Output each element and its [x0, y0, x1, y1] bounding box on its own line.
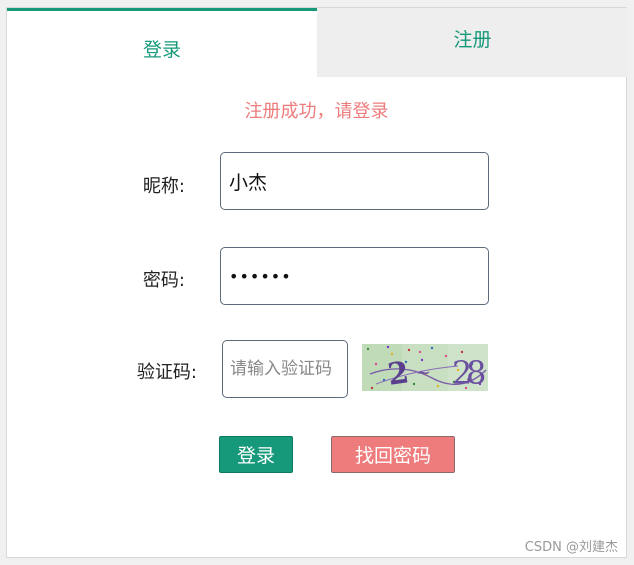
password-input[interactable] — [220, 247, 489, 305]
tab-login-label: 登录 — [142, 38, 181, 61]
tab-login[interactable]: 登录 — [7, 8, 317, 77]
forgot-password-button[interactable]: 找回密码 — [331, 436, 455, 473]
auth-panel: 登录 注册 注册成功，请登录 昵称: 密码: 验证码: — [6, 7, 628, 558]
captcha-label: 验证码: — [136, 362, 197, 383]
auth-tabs: 登录 注册 — [7, 8, 628, 77]
captcha-input[interactable] — [222, 340, 348, 398]
nickname-input[interactable] — [220, 152, 489, 210]
tab-register-label: 注册 — [453, 29, 492, 51]
captcha-char-4: 8 — [466, 354, 486, 391]
captcha-image[interactable]: 2 ~ 2 8 — [362, 344, 488, 391]
nickname-label: 昵称: — [142, 176, 185, 197]
password-label: 密码: — [142, 270, 185, 291]
status-message: 注册成功，请登录 — [244, 101, 389, 122]
tab-register[interactable]: 注册 — [317, 8, 628, 77]
captcha-char-2: ~ — [416, 362, 431, 383]
watermark-text: CSDN @刘建杰 — [524, 540, 618, 555]
login-button[interactable]: 登录 — [219, 436, 293, 473]
